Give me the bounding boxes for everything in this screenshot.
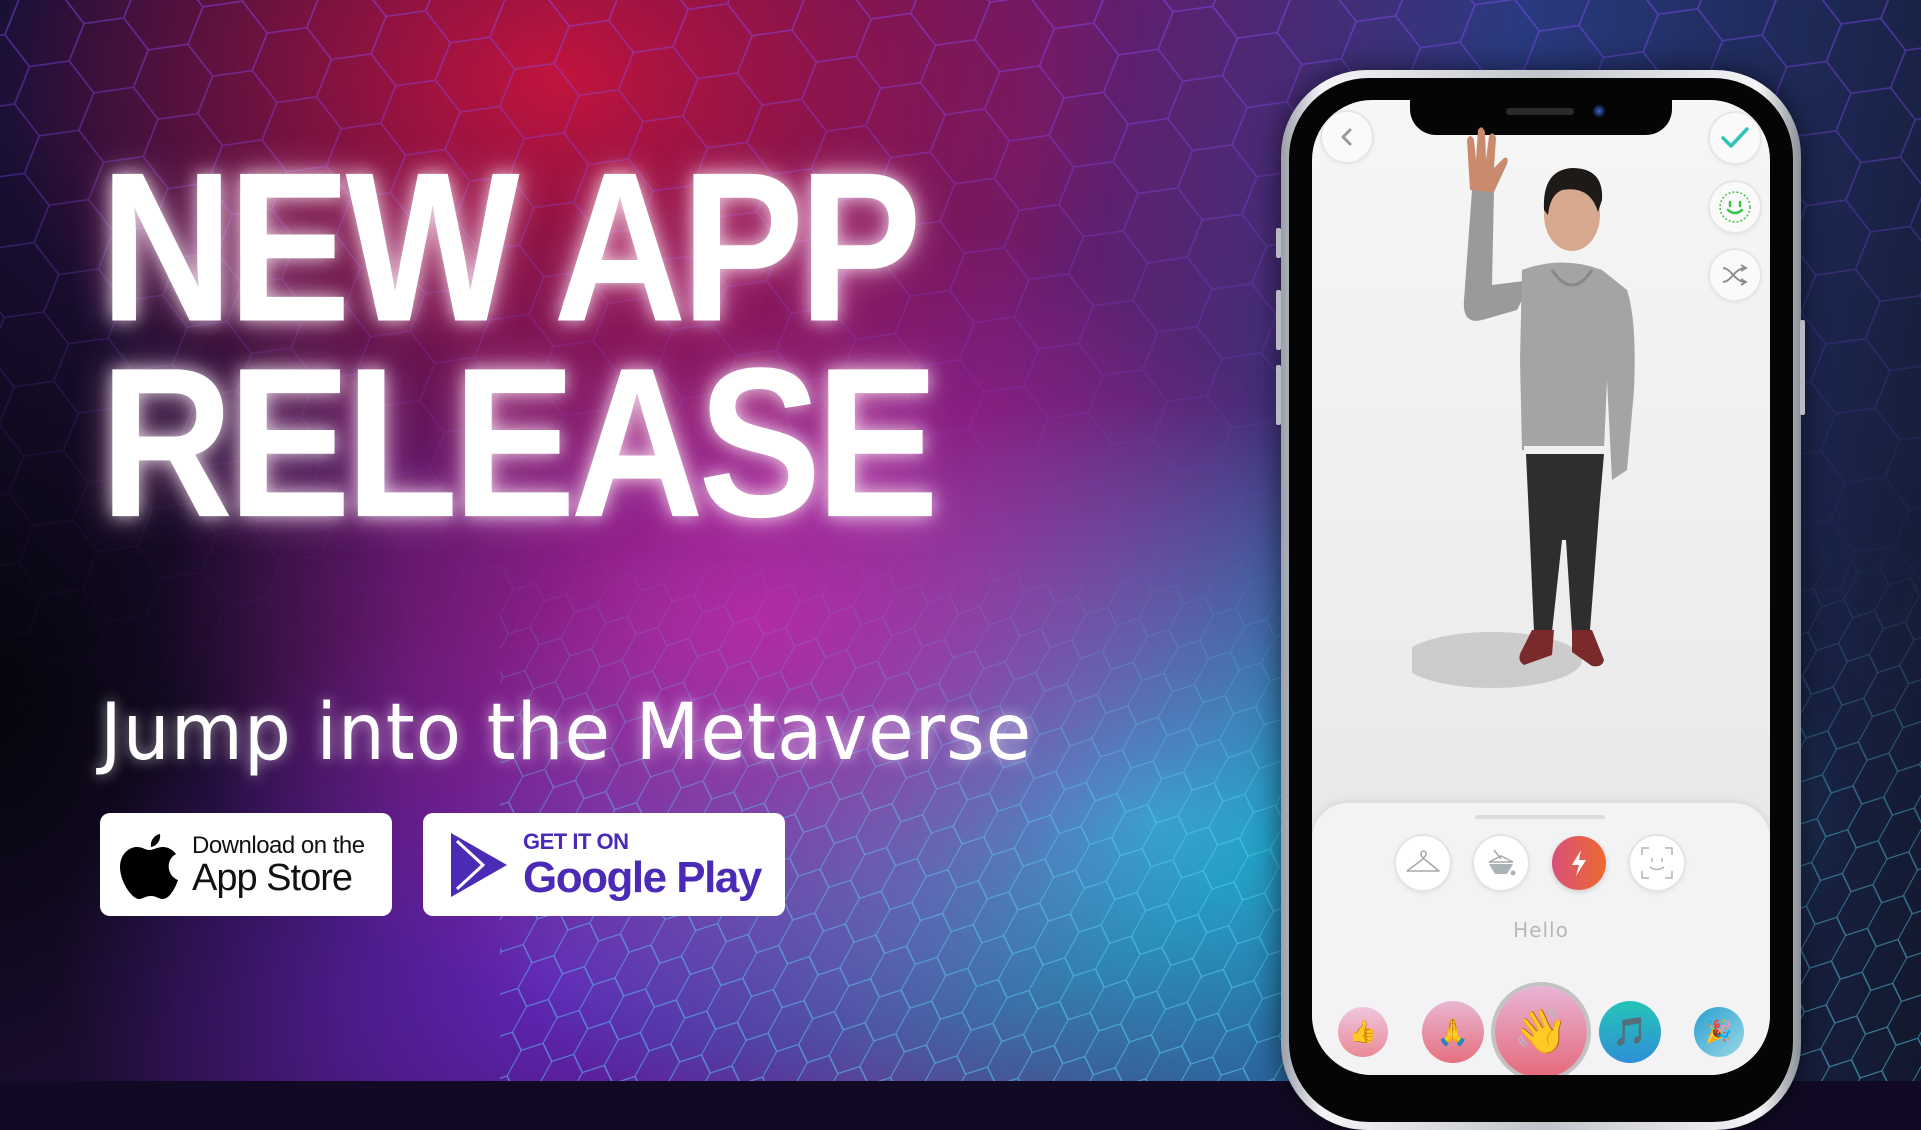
subtitle: Jump into the Metaverse	[100, 688, 1033, 778]
emote-thumbs-up[interactable]: 👍	[1338, 1007, 1388, 1057]
headline-line-2: RELEASE	[100, 323, 939, 562]
emote-waving-hand[interactable]: 👋	[1495, 986, 1587, 1075]
face-scan-button[interactable]	[1710, 182, 1760, 232]
checkmark-icon	[1721, 127, 1749, 148]
drag-handle[interactable]	[1475, 815, 1605, 819]
back-button[interactable]	[1322, 112, 1372, 162]
google-play-badge[interactable]: GET IT ON Google Play	[423, 813, 785, 916]
apple-icon	[120, 833, 178, 899]
thumbs-up-icon: 👍	[1349, 1019, 1377, 1044]
emote-music-note[interactable]: 🎵	[1599, 1001, 1661, 1063]
tool-emotes-button[interactable]	[1552, 836, 1606, 890]
speaker-grille	[1506, 108, 1574, 115]
bottom-panel: Hello 👍 🙏 👋 🎵 🎉	[1312, 803, 1770, 1075]
shuffle-icon	[1722, 264, 1748, 286]
party-popper-icon: 🎉	[1705, 1019, 1733, 1044]
phone-mute-switch	[1276, 228, 1281, 258]
emote-folded-hands[interactable]: 🙏	[1422, 1001, 1484, 1063]
phone-screen: Hello 👍 🙏 👋 🎵 🎉	[1312, 100, 1770, 1075]
phone-power-button	[1800, 320, 1805, 415]
tool-outfit-button[interactable]	[1396, 836, 1450, 890]
tool-color-button[interactable]	[1474, 836, 1528, 890]
avatar-figure[interactable]	[1412, 120, 1672, 760]
app-store-badge[interactable]: Download on the App Store	[100, 813, 392, 916]
app-store-big-text: App Store	[192, 856, 353, 899]
waving-hand-icon: 👋	[1513, 1007, 1569, 1056]
face-frame-icon	[1641, 847, 1673, 879]
confirm-button[interactable]	[1710, 113, 1760, 163]
selected-emote-label: Hello	[1513, 918, 1569, 942]
back-chevron-icon	[1341, 128, 1352, 146]
app-store-small-text: Download on the	[192, 831, 365, 859]
face-scan-smile-icon	[1719, 191, 1751, 223]
google-play-big-text: Google Play	[523, 852, 762, 902]
phone-volume-up	[1276, 290, 1281, 350]
headline: NEW APP RELEASE	[100, 128, 939, 562]
avatar-hand	[1467, 127, 1508, 192]
paint-bucket-icon	[1488, 849, 1516, 876]
shuffle-button[interactable]	[1710, 250, 1760, 300]
google-play-small-text: GET IT ON	[523, 828, 629, 854]
tool-face-button[interactable]	[1630, 836, 1684, 890]
headline-line-1: NEW APP	[100, 128, 922, 367]
phone-volume-down	[1276, 365, 1281, 425]
lightning-icon	[1572, 850, 1586, 876]
hanger-icon	[1406, 850, 1440, 872]
emote-party-popper[interactable]: 🎉	[1694, 1007, 1744, 1057]
music-note-icon: 🎵	[1612, 1016, 1648, 1047]
folded-hands-icon: 🙏	[1436, 1017, 1470, 1047]
avatar-shadow	[1412, 632, 1582, 688]
front-camera	[1593, 105, 1605, 117]
avatar-jeans	[1526, 454, 1604, 632]
play-triangle-icon	[451, 832, 507, 897]
